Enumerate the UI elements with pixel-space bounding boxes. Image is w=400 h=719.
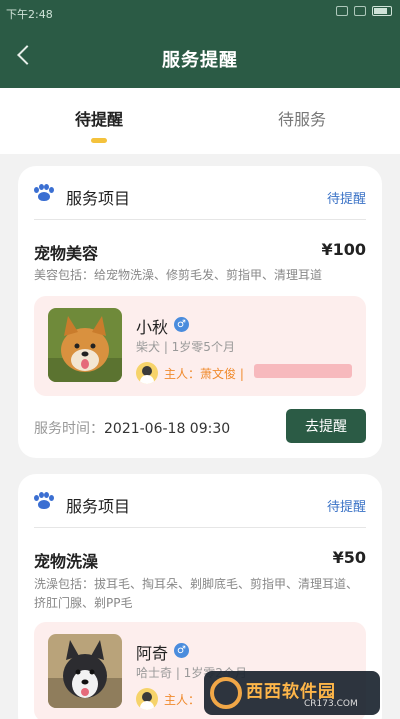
- service-time-label: 服务时间：: [34, 421, 104, 437]
- tab-pending-service[interactable]: 待服务: [278, 106, 326, 130]
- owner-name: 主人：: [164, 693, 201, 707]
- service-description: 洗澡包括：拔耳毛、掏耳朵、剃脚底毛、剪指甲、清理耳道、挤肛门腺、剃PP毛: [34, 577, 359, 610]
- pet-photo: [48, 634, 122, 708]
- header-bar: 服务提醒: [0, 26, 400, 88]
- card-header: 服务项目 待提醒: [34, 184, 366, 220]
- service-time-value: 2021-06-18 09:30: [104, 421, 231, 437]
- card-header: 服务项目 待提醒: [34, 492, 366, 528]
- status-icons: [336, 6, 392, 16]
- service-card: 服务项目 待提醒 宠物美容 ¥100 美容包括：给宠物洗澡、修剪毛发、剪指甲、清…: [18, 166, 382, 458]
- tab-bar: 待提醒 待服务: [0, 88, 400, 154]
- male-gender-icon: ♂: [174, 643, 189, 658]
- section-title: 服务项目: [66, 189, 131, 208]
- site-watermark: 西西软件园 CR173.COM: [204, 671, 380, 715]
- battery-icon: [372, 6, 392, 16]
- pet-name: 小秋: [136, 318, 169, 337]
- wifi-icon: [354, 6, 366, 16]
- owner-phone-redacted: [254, 364, 352, 378]
- status-badge: 待提醒: [326, 500, 366, 515]
- tab-pending-reminder[interactable]: 待提醒: [75, 106, 123, 130]
- paw-icon: [34, 184, 54, 204]
- pet-name: 阿奇: [136, 644, 169, 663]
- owner-name: 主人：萧文俊 |: [164, 367, 244, 381]
- go-remind-button[interactable]: 去提醒: [286, 409, 366, 443]
- pet-breed-age: 柴犬 | 1岁零5个月: [136, 340, 235, 354]
- service-name: 宠物美容: [34, 244, 99, 263]
- signal-icon: [336, 6, 348, 16]
- section-title: 服务项目: [66, 497, 131, 516]
- watermark-logo-icon: [210, 677, 242, 709]
- owner-avatar: [136, 688, 158, 710]
- service-name: 宠物洗澡: [34, 552, 99, 571]
- service-description: 美容包括：给宠物洗澡、修剪毛发、剪指甲、清理耳道: [34, 268, 323, 282]
- watermark-subtext: CR173.COM: [304, 699, 358, 709]
- service-time: 服务时间：2021-06-18 09:30: [34, 418, 230, 438]
- pet-photo: [48, 308, 122, 382]
- status-bar: 下午2:48: [0, 0, 400, 26]
- pet-info-box[interactable]: 小秋 ♂ 柴犬 | 1岁零5个月 主人：萧文俊 |: [34, 296, 366, 396]
- status-badge: 待提醒: [326, 192, 366, 207]
- paw-icon: [34, 492, 54, 512]
- status-time: 下午2:48: [6, 8, 53, 21]
- service-price: ¥100: [321, 240, 366, 259]
- tab-active-indicator: [91, 138, 107, 143]
- owner-avatar: [136, 362, 158, 384]
- male-gender-icon: ♂: [174, 317, 189, 332]
- service-price: ¥50: [332, 548, 366, 567]
- page-title: 服务提醒: [162, 50, 238, 71]
